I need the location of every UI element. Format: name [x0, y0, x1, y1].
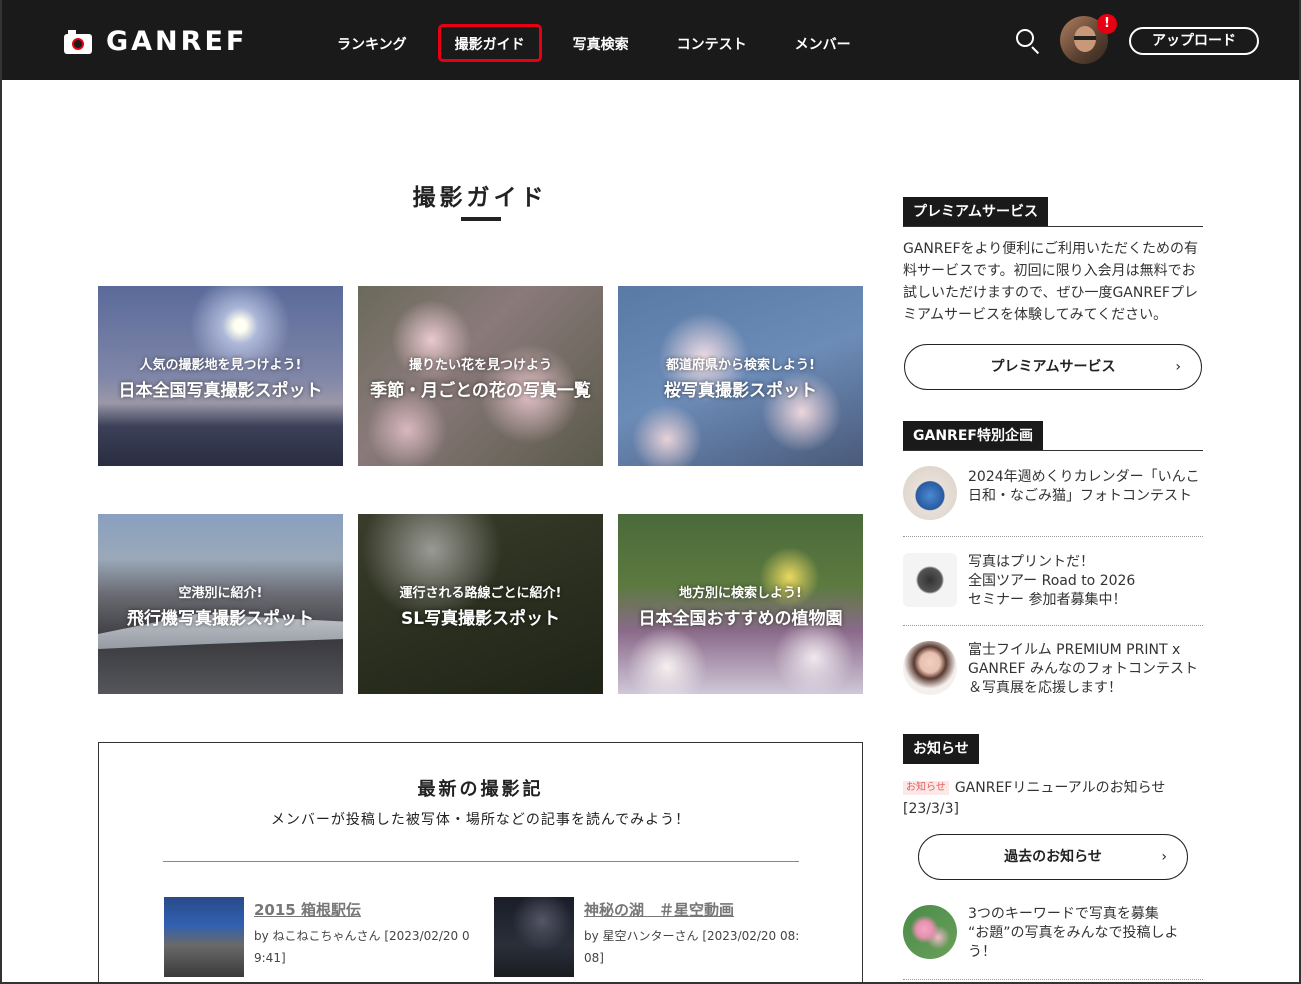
nav-member[interactable]: メンバー	[778, 24, 868, 62]
tile-subtitle: 運行される路線ごとに紹介!	[399, 586, 562, 601]
special-item-text: 写真はプリントだ！ 全国ツアー Road to 2026 セミナー 参加者募集中…	[968, 554, 1136, 608]
record-thumbnail[interactable]	[164, 897, 244, 977]
special-item-text: 2024年週めくりカレンダー「いんこ日和・なごみ猫」フォトコンテスト	[968, 469, 1200, 504]
guide-tile-flowers[interactable]: 撮りたい花を見つけよう 季節・月ごとの花の写真一覧	[358, 286, 603, 466]
guide-tile-sl-train[interactable]: 運行される路線ごとに紹介! SL写真撮影スポット	[358, 514, 603, 694]
divider	[903, 226, 1203, 227]
divider	[163, 861, 799, 862]
page-title: 撮影ガイド	[412, 185, 548, 211]
special-item[interactable]: 2024年週めくりカレンダー「いんこ日和・なごみ猫」フォトコンテスト	[903, 466, 1203, 522]
nav-contest[interactable]: コンテスト	[660, 24, 764, 62]
tile-title: 日本全国写真撮影スポット	[118, 381, 323, 401]
special-item-thumbnail	[903, 641, 957, 695]
divider	[903, 450, 1203, 451]
button-label: 過去のお知らせ	[1004, 849, 1102, 865]
tile-subtitle: 都道府県から検索しよう!	[666, 358, 815, 373]
tile-title: 桜写真撮影スポット	[664, 381, 817, 401]
upload-button[interactable]: アップロード	[1129, 27, 1259, 55]
special-item-thumbnail	[903, 466, 957, 520]
guide-tile-photo-spots[interactable]: 人気の撮影地を見つけよう! 日本全国写真撮影スポット	[98, 286, 343, 466]
camera-logo-icon	[64, 30, 92, 54]
record-thumbnail[interactable]	[494, 897, 574, 977]
theme-item-text: 3つのキーワードで写真を募集 “お題”の写真をみんなで投稿しよう！	[968, 906, 1179, 960]
tile-title: 日本全国おすすめの植物園	[638, 609, 843, 629]
guide-tile-botanical-garden[interactable]: 地方別に検索しよう! 日本全国おすすめの植物園	[618, 514, 863, 694]
tile-title: 季節・月ごとの花の写真一覧	[370, 381, 591, 401]
theme-item[interactable]: 3つのキーワードで写真を募集 “お題”の写真をみんなで投稿しよう！	[903, 905, 1203, 965]
record-item[interactable]: 神秘の湖 ＃星空動画 by 星空ハンターさん [2023/02/20 08:08…	[494, 897, 804, 977]
news-tag: お知らせ	[903, 781, 949, 795]
printer-thumbnail	[903, 553, 957, 607]
title-underline	[461, 217, 501, 221]
chevron-right-icon: ›	[1161, 849, 1167, 865]
nav-ranking[interactable]: ランキング	[320, 24, 424, 62]
top-header: GANREF ランキング 撮影ガイド 写真検索 コンテスト メンバー ! アップ…	[0, 0, 1301, 80]
records-title: 最新の撮影記	[417, 779, 544, 800]
special-item-text: 富士フイルム PREMIUM PRINT x GANREF みんなのフォトコンテ…	[968, 642, 1198, 696]
theme-item-thumbnail	[903, 905, 957, 959]
record-meta: by ねこねこちゃんさん [2023/02/20 09:41]	[254, 929, 470, 965]
news-text[interactable]: GANREFリニューアルのお知らせ	[955, 780, 1166, 796]
record-meta: by 星空ハンターさん [2023/02/20 08:08]	[584, 929, 800, 965]
tile-subtitle: 撮りたい花を見つけよう	[408, 358, 552, 373]
news-date: [23/3/3]	[903, 801, 959, 817]
tile-title: 飛行機写真撮影スポット	[127, 609, 314, 629]
main-nav: ランキング 撮影ガイド 写真検索 コンテスト メンバー	[320, 24, 882, 62]
nav-photo-search[interactable]: 写真検索	[556, 24, 646, 62]
premium-label: プレミアムサービス	[903, 197, 1049, 227]
record-item[interactable]: 2015 箱根駅伝 by ねこねこちゃんさん [2023/02/20 09:41…	[164, 897, 474, 977]
ganref-logo[interactable]: GANREF	[64, 28, 247, 56]
latest-records-section: 最新の撮影記 メンバーが投稿した被写体・場所などの記事を読んでみよう！ 2015…	[98, 742, 863, 984]
guide-tile-airplane[interactable]: 空港別に紹介! 飛行機写真撮影スポット	[98, 514, 343, 694]
chevron-right-icon: ›	[1175, 359, 1181, 375]
record-title[interactable]: 2015 箱根駅伝	[254, 899, 361, 920]
notification-badge[interactable]: !	[1097, 14, 1117, 34]
search-icon[interactable]	[1016, 29, 1042, 55]
records-subtitle: メンバーが投稿した被写体・場所などの記事を読んでみよう！	[270, 812, 691, 828]
special-item[interactable]: 写真はプリントだ！ 全国ツアー Road to 2026 セミナー 参加者募集中…	[903, 553, 1203, 613]
premium-description: GANREFをより便利にご利用いただくための有料サービスです。初回に限り入会月は…	[903, 241, 1198, 323]
button-label: プレミアムサービス	[990, 359, 1116, 375]
special-label: GANREF特別企画	[903, 421, 1043, 451]
tile-subtitle: 地方別に検索しよう!	[679, 586, 802, 601]
news-label: お知らせ	[903, 734, 979, 764]
tile-subtitle: 人気の撮影地を見つけよう!	[139, 358, 302, 373]
premium-service-button[interactable]: プレミアムサービス ›	[904, 344, 1202, 390]
tile-subtitle: 空港別に紹介!	[178, 586, 263, 601]
news-item[interactable]: お知らせ GANREFリニューアルのお知らせ [23/3/3]	[903, 778, 1203, 820]
past-news-button[interactable]: 過去のお知らせ ›	[918, 834, 1188, 880]
tile-title: SL写真撮影スポット	[400, 609, 561, 629]
logo-text: GANREF	[106, 26, 248, 57]
record-title[interactable]: 神秘の湖 ＃星空動画	[584, 899, 734, 920]
nav-shooting-guide[interactable]: 撮影ガイド	[437, 24, 542, 62]
special-item[interactable]: 富士フイルム PREMIUM PRINT x GANREF みんなのフォトコンテ…	[903, 641, 1203, 701]
guide-tile-sakura[interactable]: 都道府県から検索しよう! 桜写真撮影スポット	[618, 286, 863, 466]
